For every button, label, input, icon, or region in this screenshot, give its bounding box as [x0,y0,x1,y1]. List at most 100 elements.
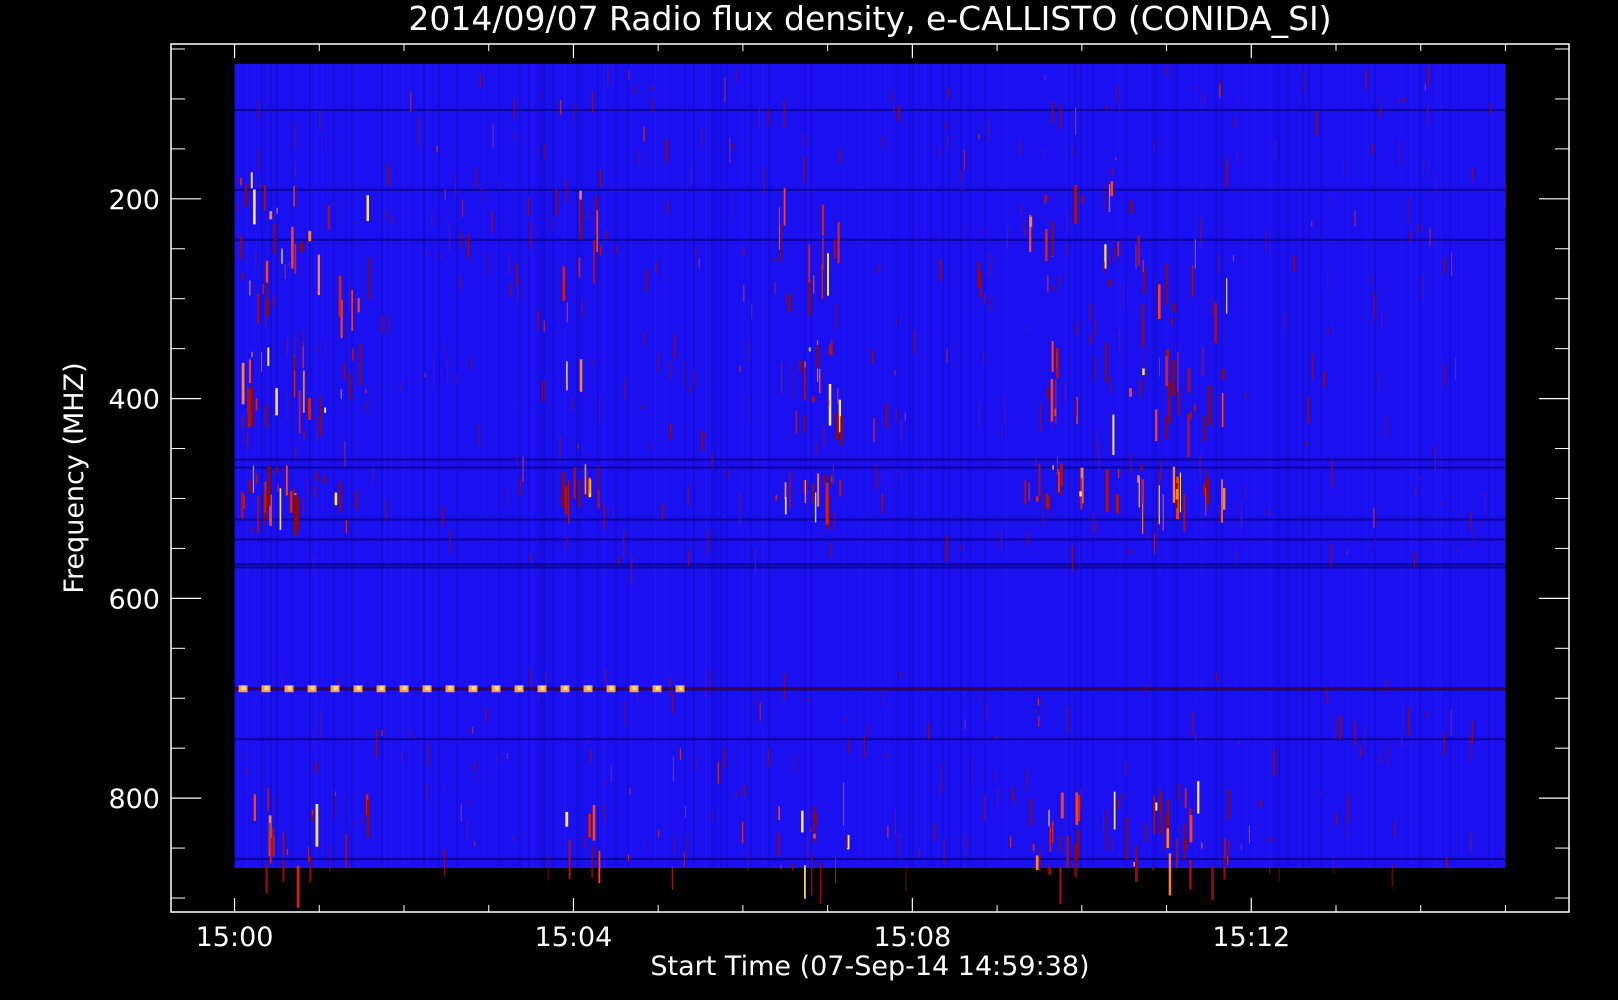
noise-streak [1470,734,1472,762]
burst-streak [1105,342,1108,383]
noise-streak [754,547,756,575]
noise-streak [604,504,606,530]
burst-streak [1055,379,1057,424]
noise-streak [537,146,539,154]
noise-streak [1118,84,1120,112]
noise-streak [573,104,575,122]
noise-streak [470,356,472,370]
noise-streak [774,282,776,295]
noise-streak [685,833,687,857]
noise-streak [1115,156,1117,161]
noise-column [408,63,410,869]
burst-streak [775,494,777,501]
noise-streak [1044,200,1046,205]
burst-streak [1152,866,1154,871]
noise-column [1503,63,1505,869]
noise-streak [560,495,562,502]
noise-streak [386,210,388,219]
noise-streak [474,840,476,847]
noise-streak [665,139,668,163]
burst-streak [1113,791,1116,830]
noise-streak [655,260,657,273]
noise-streak [1007,225,1009,249]
noise-streak [978,400,981,428]
burst-streak [334,492,338,506]
noise-streak [506,486,508,510]
noise-streak [344,441,346,467]
noise-streak [1320,792,1322,796]
noise-streak [355,490,358,510]
noise-streak [295,445,297,459]
noise-streak [938,147,940,158]
noise-streak [1051,101,1054,124]
noise-streak [333,202,335,207]
noise-column [861,63,863,869]
burst-streak [1077,795,1081,821]
noise-streak [506,752,508,759]
noise-streak [1092,512,1094,534]
noise-streak [247,432,249,449]
noise-column [261,63,263,869]
noise-streak [436,145,438,153]
noise-streak [1112,837,1114,852]
noise-streak [498,179,500,191]
noise-streak [431,214,433,226]
burst-streak [784,482,787,500]
noise-column [867,63,869,869]
noise-streak [735,67,737,83]
burst-streak [1066,835,1069,868]
noise-streak [1044,74,1046,81]
noise-streak [943,838,945,865]
noise-streak [1011,787,1014,799]
burst-streak [1048,809,1050,827]
noise-streak [643,330,645,347]
noise-column [807,63,809,869]
noise-streak [1371,143,1373,156]
burst-streak [248,359,251,384]
noise-streak [867,723,869,737]
noise-streak [739,502,741,527]
noise-column [963,63,965,869]
noise-column [1065,63,1067,869]
burst-streak [784,496,787,515]
noise-column [888,63,890,869]
noise-streak [1381,310,1383,328]
noise-streak [1098,442,1100,470]
noise-streak [1471,720,1474,744]
noise-streak [1336,813,1338,826]
noise-streak [1365,70,1367,90]
burst-streak [1140,463,1143,472]
noise-streak [1429,227,1431,247]
burst-streak [1032,844,1035,852]
noise-streak [530,668,532,689]
noise-streak [424,372,426,378]
noise-streak [1094,319,1096,337]
burst-streak [795,410,797,434]
noise-column [930,63,932,869]
noise-streak [1021,203,1023,217]
burst-streak [801,810,804,833]
burst-streak [1112,414,1115,455]
burst-streak [315,804,319,847]
burst-streak [293,494,297,536]
noise-streak [401,752,403,763]
noise-column [768,63,770,869]
noise-streak [960,544,962,551]
calibration-mark-core [425,686,430,691]
burst-streak [1203,415,1206,442]
noise-streak [707,529,709,554]
noise-streak [1454,358,1457,380]
noise-streak [683,852,685,868]
noise-streak [605,779,607,787]
noise-streak [1122,282,1124,309]
burst-streak [1224,838,1226,859]
noise-column [276,63,278,869]
burst-streak [584,464,587,495]
noise-column [291,63,293,869]
burst-streak [1051,340,1054,372]
burst-streak [255,398,258,411]
noise-streak [1398,98,1400,105]
burst-streak [366,195,369,222]
noise-column [897,63,899,869]
noise-streak [1004,411,1006,427]
